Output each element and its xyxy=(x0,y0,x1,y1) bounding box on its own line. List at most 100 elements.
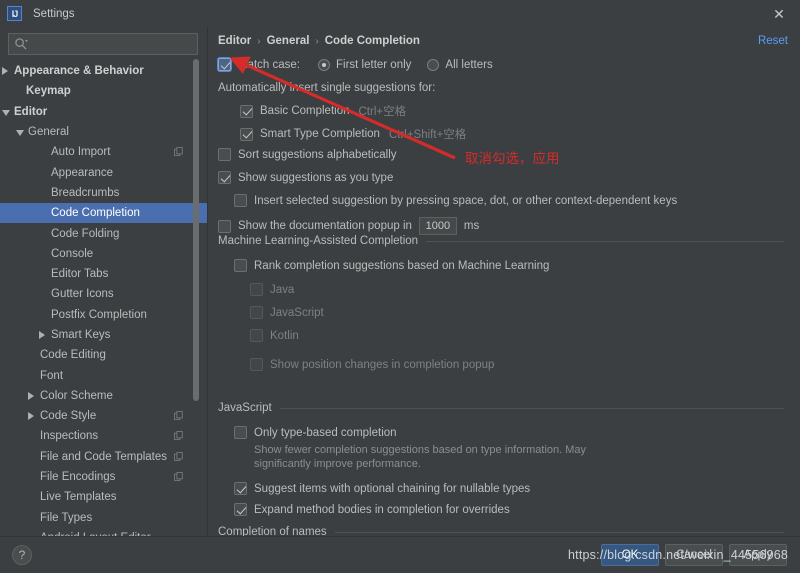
sidebar-item-editor[interactable]: Editor xyxy=(0,102,207,122)
breadcrumb-item-general[interactable]: General xyxy=(267,35,310,47)
insert-by-keys-row: Insert selected suggestion by pressing s… xyxy=(234,194,677,207)
sidebar-item-label: Inspections xyxy=(40,430,99,443)
ml-lang-javascript-label: JavaScript xyxy=(270,306,324,319)
sidebar-item-label: General xyxy=(28,126,69,139)
sidebar-item-code-style[interactable]: Code Style xyxy=(0,406,207,426)
ml-lang-javascript-checkbox[interactable] xyxy=(250,306,263,319)
sidebar-item-auto-import[interactable]: Auto Import xyxy=(0,142,207,162)
sidebar-item-postfix-completion[interactable]: Postfix Completion xyxy=(0,305,207,325)
ml-lang-kotlin-checkbox[interactable] xyxy=(250,329,263,342)
ml-lang-kotlin-row: Kotlin xyxy=(250,329,299,342)
apply-button[interactable]: Apply xyxy=(729,544,787,566)
sidebar-scrollbar[interactable] xyxy=(193,59,199,401)
sidebar-item-label: File and Code Templates xyxy=(40,450,167,463)
doc-popup-row: Show the documentation popup in ms xyxy=(218,217,479,235)
auto-insert-header-label: Automatically insert single suggestions … xyxy=(218,82,436,94)
sidebar-item-code-editing[interactable]: Code Editing xyxy=(0,345,207,365)
sidebar-item-code-folding[interactable]: Code Folding xyxy=(0,223,207,243)
basic-completion-shortcut: Ctrl+空格 xyxy=(358,106,407,118)
sidebar-item-label: Color Scheme xyxy=(40,389,113,402)
sidebar-item-font[interactable]: Font xyxy=(0,365,207,385)
sidebar-item-keymap[interactable]: Keymap xyxy=(0,81,207,101)
doc-popup-checkbox[interactable] xyxy=(218,219,231,233)
ml-show-position-changes-checkbox[interactable] xyxy=(250,358,263,371)
sort-alphabetically-checkbox[interactable] xyxy=(218,148,231,161)
chevron-right-icon[interactable] xyxy=(39,330,45,339)
sidebar-item-label: Code Completion xyxy=(51,207,140,220)
search-input[interactable] xyxy=(8,33,198,55)
only-type-based-label: Only type-based completion xyxy=(254,426,397,439)
breadcrumb-item-code-completion: Code Completion xyxy=(324,35,420,47)
sidebar-item-appearance[interactable]: Appearance xyxy=(0,162,207,182)
first-letter-only-label: First letter only xyxy=(336,58,412,71)
cancel-button[interactable]: Cancel xyxy=(665,544,723,566)
sidebar-item-general[interactable]: General xyxy=(0,122,207,142)
sidebar-item-code-completion[interactable]: Code Completion xyxy=(0,203,207,224)
sidebar-item-live-templates[interactable]: Live Templates xyxy=(0,487,207,507)
doc-popup-delay-input[interactable] xyxy=(418,217,457,235)
match-case-checkbox[interactable] xyxy=(218,58,231,71)
copy-icon xyxy=(174,411,183,420)
sidebar-item-file-and-code-templates[interactable]: File and Code Templates xyxy=(0,447,207,467)
smart-type-completion-label: Smart Type Completion xyxy=(260,128,380,140)
sidebar-item-file-types[interactable]: File Types xyxy=(0,508,207,528)
breadcrumb-item-editor[interactable]: Editor xyxy=(218,35,251,47)
match-case-row: Match case: First letter only All letter… xyxy=(218,58,493,71)
js-section-title: JavaScript xyxy=(218,402,272,414)
first-letter-only-radio[interactable] xyxy=(318,58,330,71)
title-bar: IJ Settings ✕ xyxy=(0,0,800,27)
chevron-right-icon[interactable] xyxy=(28,391,34,400)
ml-lang-java-checkbox[interactable] xyxy=(250,283,263,296)
doc-popup-label: Show the documentation popup in xyxy=(238,220,412,232)
insert-by-keys-checkbox[interactable] xyxy=(234,194,247,207)
chevron-down-icon[interactable] xyxy=(16,129,24,136)
ml-lang-javascript-row: JavaScript xyxy=(250,306,324,319)
breadcrumb-separator: › xyxy=(257,35,261,47)
optional-chaining-label: Suggest items with optional chaining for… xyxy=(254,482,531,495)
sidebar-item-console[interactable]: Console xyxy=(0,244,207,264)
basic-completion-checkbox[interactable] xyxy=(240,104,253,118)
reset-link[interactable]: Reset xyxy=(758,35,788,47)
show-as-you-type-checkbox[interactable] xyxy=(218,171,231,184)
ml-section-divider xyxy=(426,240,784,242)
sidebar-item-editor-tabs[interactable]: Editor Tabs xyxy=(0,264,207,284)
ok-button[interactable]: OK xyxy=(601,544,659,566)
chevron-right-icon[interactable] xyxy=(28,412,34,421)
sidebar-item-label: Appearance xyxy=(51,166,114,179)
settings-tree[interactable]: Appearance & Behavior Keymap Editor General… xyxy=(0,61,207,558)
all-letters-radio[interactable] xyxy=(427,58,440,71)
copy-icon xyxy=(174,431,183,441)
sidebar-item-gutter-icons[interactable]: Gutter Icons xyxy=(0,284,207,304)
only-type-based-checkbox[interactable] xyxy=(234,426,247,439)
optional-chaining-row: Suggest items with optional chaining for… xyxy=(234,482,530,495)
basic-completion-label: Basic Completion xyxy=(260,105,350,117)
js-section-header: JavaScript xyxy=(218,402,800,414)
dialog-footer: ? OK Cancel Apply xyxy=(0,536,800,573)
sidebar-item-label: Code Style xyxy=(40,410,97,423)
sidebar-item-smart-keys[interactable]: Smart Keys xyxy=(0,325,207,345)
sidebar-item-file-encodings[interactable]: File Encodings xyxy=(0,467,207,487)
ml-rank-label: Rank completion suggestions based on Mac… xyxy=(254,259,550,272)
sidebar-item-inspections[interactable]: Inspections xyxy=(0,426,207,446)
close-icon[interactable]: ✕ xyxy=(770,5,788,23)
optional-chaining-checkbox[interactable] xyxy=(234,482,247,495)
help-icon[interactable]: ? xyxy=(12,545,32,565)
copy-icon xyxy=(174,147,183,157)
sidebar-item-label: Code Editing xyxy=(40,349,106,362)
chevron-down-icon[interactable] xyxy=(2,109,10,116)
sidebar-item-appearance-behavior[interactable]: Appearance & Behavior xyxy=(0,61,207,81)
sidebar-item-label: Editor xyxy=(14,105,48,118)
sidebar-item-label: Editor Tabs xyxy=(51,268,109,281)
sort-alphabetically-row: Sort suggestions alphabetically xyxy=(218,148,397,161)
expand-method-bodies-checkbox[interactable] xyxy=(234,503,247,516)
smart-type-completion-checkbox[interactable] xyxy=(240,127,253,141)
doc-popup-unit-label: ms xyxy=(463,220,480,232)
chevron-right-icon[interactable] xyxy=(2,67,8,75)
ml-lang-kotlin-label: Kotlin xyxy=(270,329,299,342)
settings-dialog: IJ Settings ✕ Appearance & Behavior Keyma… xyxy=(0,0,800,573)
sidebar-item-color-scheme[interactable]: Color Scheme xyxy=(0,386,207,406)
ml-rank-checkbox[interactable] xyxy=(234,259,247,272)
search-field-wrapper xyxy=(8,33,198,55)
sidebar-item-label: Console xyxy=(51,247,94,260)
sidebar-item-breadcrumbs[interactable]: Breadcrumbs xyxy=(0,183,207,203)
